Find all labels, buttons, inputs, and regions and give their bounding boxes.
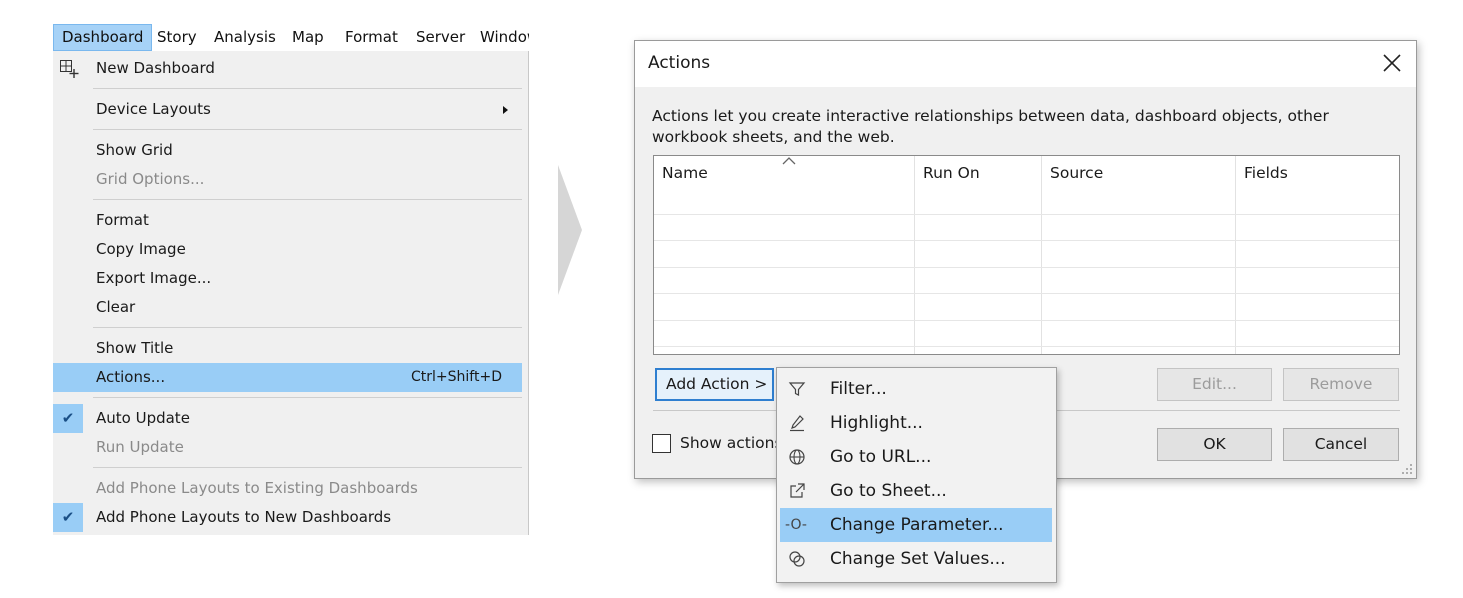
menu-divider [93,129,522,130]
grid-line [654,346,1399,347]
menu-item-label: Go to URL... [830,447,932,467]
menu-item-label: Format [96,211,149,229]
grid-line [654,320,1399,321]
menu-item-clear[interactable]: Clear [53,293,522,322]
close-icon[interactable] [1380,51,1404,75]
column-header-label: Fields [1244,164,1288,182]
menu-item-add-phone-new[interactable]: ✔ Add Phone Layouts to New Dashboards [53,503,522,532]
remove-button[interactable]: Remove [1283,368,1399,401]
menu-item-format[interactable]: Format [53,206,522,235]
menu-item-label: Add Phone Layouts to New Dashboards [96,508,392,526]
grid-line [914,156,915,354]
menu-item-show-title[interactable]: Show Title [53,334,522,363]
menu-item-change-parameter[interactable]: -O- Change Parameter... [780,508,1052,542]
menu-item-go-to-url[interactable]: Go to URL... [780,440,1052,474]
menu-dashboard[interactable]: Dashboard [53,24,153,51]
menu-item-label: Run Update [96,438,184,456]
menu-item-go-to-sheet[interactable]: Go to Sheet... [780,474,1052,508]
menu-item-new-dashboard[interactable]: New Dashboard [53,54,522,83]
column-header-fields[interactable]: Fields [1236,156,1399,214]
globe-icon [789,449,805,465]
menu-item-highlight[interactable]: Highlight... [780,406,1052,440]
column-header-run-on[interactable]: Run On [915,156,1042,214]
dashboard-dropdown-menu: New Dashboard Device Layouts Show Grid G… [53,51,529,535]
sort-ascending-icon [782,157,796,165]
set-icon [789,551,805,567]
menu-item-label: Grid Options... [96,170,205,188]
filter-icon [788,382,806,396]
menu-map[interactable]: Map [292,24,324,51]
menu-divider [93,327,522,328]
grid-line [654,267,1399,268]
menu-item-label: Add Phone Layouts to Existing Dashboards [96,479,418,497]
menu-analysis[interactable]: Analysis [214,24,276,51]
submenu-arrow-icon [503,106,508,114]
grid-line [1235,156,1236,354]
parameter-icon: -O- [785,517,807,533]
menu-bar: Dashboard Story Analysis Map Format Serv… [53,24,529,51]
menu-item-auto-update[interactable]: ✔ Auto Update [53,404,522,433]
external-link-icon [790,483,805,498]
add-action-menu: Filter... Highlight... Go to URL... Go t… [776,367,1057,583]
menu-item-label: New Dashboard [96,59,215,77]
menu-divider [93,467,522,468]
column-header-source[interactable]: Source [1042,156,1236,214]
menu-item-label: Filter... [830,379,887,399]
dialog-title-bar: Actions [635,41,1416,87]
ok-button[interactable]: OK [1157,428,1272,461]
show-actions-label: Show actions [680,434,783,452]
menu-item-actions[interactable]: Actions... Ctrl+Shift+D [53,363,522,392]
dialog-title: Actions [648,53,711,73]
menu-item-label: Auto Update [96,409,190,427]
menu-story[interactable]: Story [157,24,197,51]
menu-item-label: Show Title [96,339,174,357]
menu-item-add-phone-existing: Add Phone Layouts to Existing Dashboards [53,474,522,503]
grid-line [654,214,1399,215]
check-icon: ✔ [53,404,83,433]
new-dashboard-icon [60,60,79,78]
check-icon: ✔ [53,503,83,532]
menu-item-export-image[interactable]: Export Image... [53,264,522,293]
edit-button[interactable]: Edit... [1157,368,1272,401]
menu-item-label: Show Grid [96,141,173,159]
dialog-description: Actions let you create interactive relat… [652,107,1329,146]
menu-item-show-grid[interactable]: Show Grid [53,136,522,165]
menu-divider [93,88,522,89]
transition-arrow-icon [558,165,582,295]
menu-item-label: Copy Image [96,240,186,258]
menu-item-label: Change Set Values... [830,549,1006,569]
grid-line [1041,156,1042,354]
grid-line [654,293,1399,294]
column-header-label: Name [662,164,708,182]
menu-item-shortcut: Ctrl+Shift+D [411,369,502,385]
menu-format[interactable]: Format [345,24,398,51]
menu-item-label: Go to Sheet... [830,481,947,501]
menu-item-label: Highlight... [830,413,923,433]
add-action-button[interactable]: Add Action > [655,368,774,401]
menu-item-filter[interactable]: Filter... [780,372,1052,406]
highlight-icon [790,415,804,432]
menu-item-label: Change Parameter... [830,515,1004,535]
menu-item-copy-image[interactable]: Copy Image [53,235,522,264]
menu-item-label: Export Image... [96,269,212,287]
menu-divider [93,397,522,398]
menu-item-run-update: Run Update [53,433,522,462]
actions-table[interactable]: Name Run On Source Fields [653,155,1400,355]
menu-item-grid-options: Grid Options... [53,165,522,194]
menu-item-label: Device Layouts [96,100,211,118]
menu-divider [93,199,522,200]
column-header-label: Run On [923,164,980,182]
menu-window[interactable]: Window [480,24,529,51]
menu-item-change-set-values[interactable]: Change Set Values... [780,542,1052,576]
column-header-label: Source [1050,164,1104,182]
resize-grip-icon[interactable] [1401,463,1413,475]
show-actions-checkbox[interactable] [652,434,671,453]
menu-server[interactable]: Server [416,24,465,51]
grid-line [654,240,1399,241]
cancel-button[interactable]: Cancel [1283,428,1399,461]
menu-item-label: Actions... [96,368,166,386]
menu-item-label: Clear [96,298,136,316]
menu-item-device-layouts[interactable]: Device Layouts [53,95,522,124]
